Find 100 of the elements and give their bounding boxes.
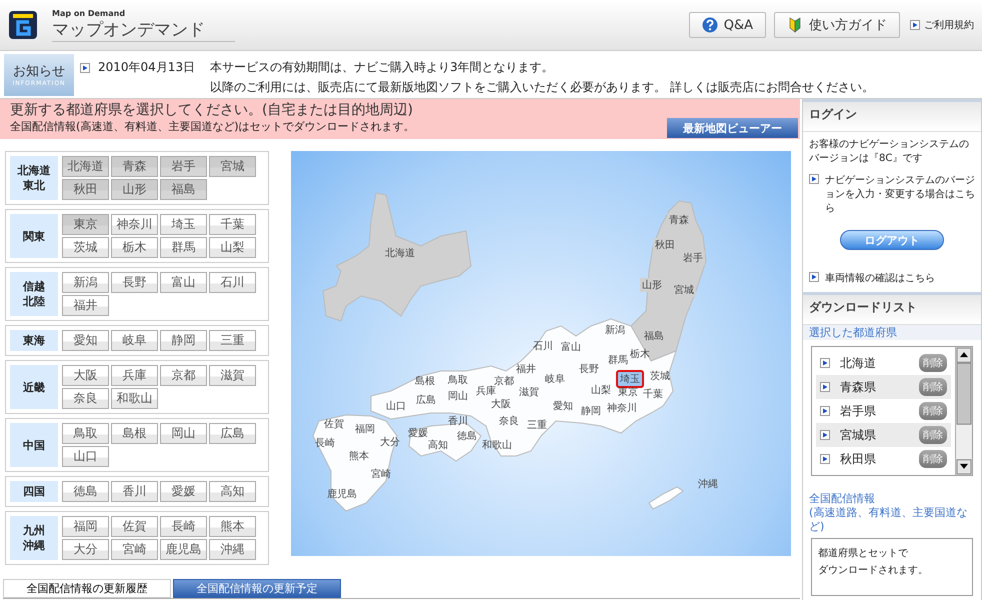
prefecture-map-label[interactable]: 奈良 [497, 414, 521, 428]
prefecture-button[interactable]: 徳島 [62, 481, 109, 502]
prefecture-button[interactable]: 愛知 [62, 330, 109, 351]
prefecture-map-label[interactable]: 東京 [616, 385, 640, 399]
prefecture-button[interactable]: 宮城 [209, 156, 256, 177]
prefecture-map-label[interactable]: 大分 [378, 435, 402, 449]
prefecture-map-label[interactable]: 長野 [577, 362, 601, 376]
prefecture-map-label[interactable]: 富山 [559, 340, 583, 354]
prefecture-map-label[interactable]: 福岡 [353, 422, 377, 436]
prefecture-button[interactable]: 滋賀 [209, 365, 256, 386]
prefecture-map-label[interactable]: 千葉 [641, 387, 665, 401]
prefecture-button[interactable]: 山梨 [209, 237, 256, 258]
prefecture-map-label[interactable]: 熊本 [347, 449, 371, 463]
download-item[interactable]: 秋田県 [840, 450, 909, 468]
prefecture-button[interactable]: 岡山 [160, 423, 207, 444]
prefecture-map-label[interactable]: 福井 [514, 362, 538, 376]
prefecture-map-label[interactable]: 青森 [667, 213, 691, 227]
prefecture-button[interactable]: 奈良 [62, 388, 109, 409]
prefecture-map-label[interactable]: 愛知 [551, 399, 575, 413]
prefecture-button[interactable]: 山口 [62, 446, 109, 467]
prefecture-map-label[interactable]: 和歌山 [480, 438, 514, 452]
prefecture-button[interactable]: 和歌山 [111, 388, 158, 409]
download-item[interactable]: 青森県 [840, 378, 909, 396]
prefecture-button[interactable]: 山形 [111, 179, 158, 200]
prefecture-button[interactable]: 愛媛 [160, 481, 207, 502]
prefecture-map-label[interactable]: 大阪 [489, 397, 513, 411]
prefecture-map-label[interactable]: 宮城 [672, 283, 696, 297]
tab[interactable]: 全国配信情報の更新履歴 [3, 579, 171, 598]
prefecture-button[interactable]: 福岡 [62, 516, 109, 537]
prefecture-map-label[interactable]: 埼玉 [616, 370, 644, 388]
prefecture-button[interactable]: 島根 [111, 423, 158, 444]
prefecture-button[interactable]: 茨城 [62, 237, 109, 258]
prefecture-button[interactable]: 香川 [111, 481, 158, 502]
prefecture-button[interactable]: 鳥取 [62, 423, 109, 444]
prefecture-map-label[interactable]: 徳島 [455, 429, 479, 443]
prefecture-map-label[interactable]: 香川 [446, 414, 470, 428]
prefecture-map-label[interactable]: 新潟 [603, 323, 627, 337]
prefecture-map-label[interactable]: 広島 [414, 393, 438, 407]
prefecture-map-label[interactable]: 北海道 [383, 246, 417, 260]
prefecture-button[interactable]: 千葉 [209, 214, 256, 235]
prefecture-button[interactable]: 大阪 [62, 365, 109, 386]
prefecture-map-label[interactable]: 静岡 [579, 404, 603, 418]
header-button[interactable]: Q&A [688, 12, 766, 38]
prefecture-button[interactable]: 神奈川 [111, 214, 158, 235]
prefecture-button[interactable]: 秋田 [62, 179, 109, 200]
prefecture-button[interactable]: 鹿児島 [160, 539, 207, 560]
download-item[interactable]: 北海道 [840, 354, 909, 372]
prefecture-map-label[interactable]: 福島 [642, 329, 666, 343]
prefecture-button[interactable]: 岩手 [160, 156, 207, 177]
prefecture-map-label[interactable]: 茨城 [648, 369, 672, 383]
prefecture-map-label[interactable]: 愛媛 [406, 426, 430, 440]
prefecture-button[interactable]: 岐阜 [111, 330, 158, 351]
prefecture-button[interactable]: 熊本 [209, 516, 256, 537]
prefecture-map-label[interactable]: 宮崎 [369, 467, 393, 481]
tab[interactable]: 全国配信情報の更新予定 [173, 579, 341, 598]
prefecture-button[interactable]: 長野 [111, 272, 158, 293]
scrollbar[interactable] [955, 347, 972, 475]
prefecture-button[interactable]: 長崎 [160, 516, 207, 537]
prefecture-map-label[interactable]: 山口 [384, 399, 408, 413]
prefecture-map-label[interactable]: 岡山 [446, 389, 470, 403]
download-item[interactable]: 宮城県 [840, 426, 909, 444]
prefecture-map-label[interactable]: 岐阜 [543, 372, 567, 386]
prefecture-button[interactable]: 静岡 [160, 330, 207, 351]
prefecture-map-label[interactable]: 山形 [640, 278, 664, 292]
terms-link[interactable]: ご利用規約 [924, 18, 974, 32]
prefecture-button[interactable]: 広島 [209, 423, 256, 444]
prefecture-button[interactable]: 京都 [160, 365, 207, 386]
vehicle-info-link[interactable]: 車両情報の確認はこちら [825, 272, 935, 286]
prefecture-button[interactable]: 宮崎 [111, 539, 158, 560]
prefecture-button[interactable]: 沖縄 [209, 539, 256, 560]
download-item[interactable]: 岩手県 [840, 402, 909, 420]
version-change-link[interactable]: ナビゲーションシステムのバージョンを入力・変更する場合はこちら [825, 174, 975, 216]
prefecture-map-label[interactable]: 石川 [531, 339, 555, 353]
header-button[interactable]: 使い方ガイド [774, 12, 900, 38]
prefecture-button[interactable]: 福島 [160, 179, 207, 200]
prefecture-button[interactable]: 青森 [111, 156, 158, 177]
prefecture-map-label[interactable]: 神奈川 [605, 401, 639, 415]
prefecture-button[interactable]: 北海道 [62, 156, 109, 177]
prefecture-button[interactable]: 富山 [160, 272, 207, 293]
prefecture-button[interactable]: 兵庫 [111, 365, 158, 386]
prefecture-button[interactable]: 高知 [209, 481, 256, 502]
prefecture-map-label[interactable]: 沖縄 [696, 477, 720, 491]
prefecture-button[interactable]: 三重 [209, 330, 256, 351]
prefecture-button[interactable]: 大分 [62, 539, 109, 560]
map-viewer-button[interactable]: 最新地図ビューアー [667, 118, 798, 138]
prefecture-map-label[interactable]: 岩手 [681, 251, 705, 265]
prefecture-map-label[interactable]: 滋賀 [517, 385, 541, 399]
prefecture-button[interactable]: 福井 [62, 295, 109, 316]
prefecture-map-label[interactable]: 島根 [413, 374, 437, 388]
prefecture-map-label[interactable]: 三重 [525, 418, 549, 432]
prefecture-button[interactable]: 栃木 [111, 237, 158, 258]
prefecture-map-label[interactable]: 佐賀 [322, 417, 346, 431]
prefecture-button[interactable]: 新潟 [62, 272, 109, 293]
prefecture-button[interactable]: 佐賀 [111, 516, 158, 537]
prefecture-map-label[interactable]: 長崎 [313, 436, 337, 450]
prefecture-map-label[interactable]: 鳥取 [446, 373, 470, 387]
prefecture-map-label[interactable]: 群馬 [606, 353, 630, 367]
prefecture-map-label[interactable]: 高知 [426, 438, 450, 452]
prefecture-button[interactable]: 東京 [62, 214, 109, 235]
prefecture-button[interactable]: 群馬 [160, 237, 207, 258]
